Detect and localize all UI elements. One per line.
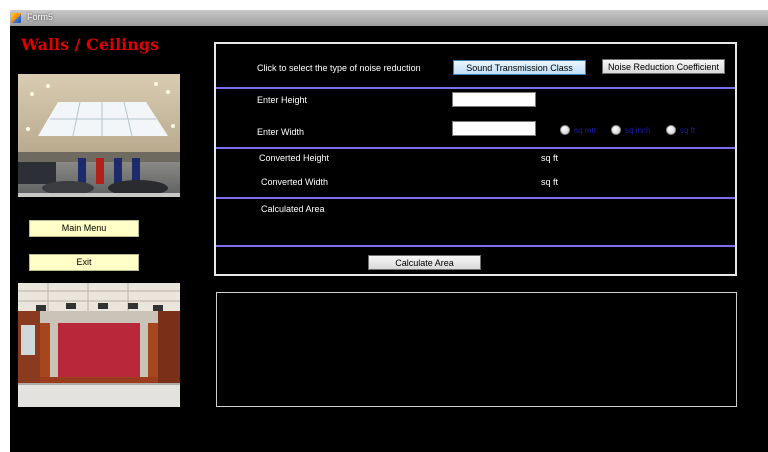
divider (216, 197, 735, 199)
unit-label: sq inch (625, 125, 651, 135)
unit-radio-sq-mtr[interactable]: sq mtr (560, 125, 596, 135)
noise-reduction-panel: Click to select the type of noise reduct… (214, 42, 737, 276)
height-label: Enter Height (257, 95, 308, 105)
select-prompt: Click to select the type of noise reduct… (257, 63, 421, 73)
window-title: Form5 (27, 12, 54, 22)
converted-height-unit: sq ft (541, 153, 559, 163)
ceiling-photo (18, 74, 180, 197)
radio-button-icon (560, 125, 570, 135)
sound-transmission-class-button[interactable]: Sound Transmission Class (453, 60, 586, 75)
section-heading: Walls / Ceilings (21, 35, 160, 54)
noise-reduction-coefficient-button[interactable]: Noise Reduction Coefficient (602, 59, 725, 74)
app-icon (11, 13, 21, 23)
form-window: Form5 Walls / Ceilings Main Menu Exit Cl… (10, 10, 768, 452)
divider (216, 245, 735, 247)
height-input[interactable] (452, 92, 536, 107)
converted-width-label: Converted Width (261, 177, 329, 187)
exit-button[interactable]: Exit (29, 254, 139, 271)
divider (216, 147, 735, 149)
radio-button-icon (611, 125, 621, 135)
auditorium-photo (18, 283, 180, 407)
unit-label: sq mtr (574, 125, 597, 135)
radio-button-icon (666, 125, 676, 135)
output-box (216, 292, 737, 407)
width-label: Enter Width (257, 127, 305, 137)
calculate-area-button[interactable]: Calculate Area (368, 255, 481, 270)
unit-radio-sq-ft[interactable]: sq ft (666, 125, 695, 135)
converted-height-label: Converted Height (259, 153, 330, 163)
divider (216, 87, 735, 89)
calculated-area-label: Calculated Area (261, 204, 325, 214)
width-input[interactable] (452, 121, 536, 136)
unit-label: sq ft (680, 125, 696, 135)
converted-width-unit: sq ft (541, 177, 559, 187)
main-menu-button[interactable]: Main Menu (29, 220, 139, 237)
unit-radio-sq-inch[interactable]: sq inch (611, 125, 650, 135)
title-bar[interactable]: Form5 (10, 10, 768, 26)
